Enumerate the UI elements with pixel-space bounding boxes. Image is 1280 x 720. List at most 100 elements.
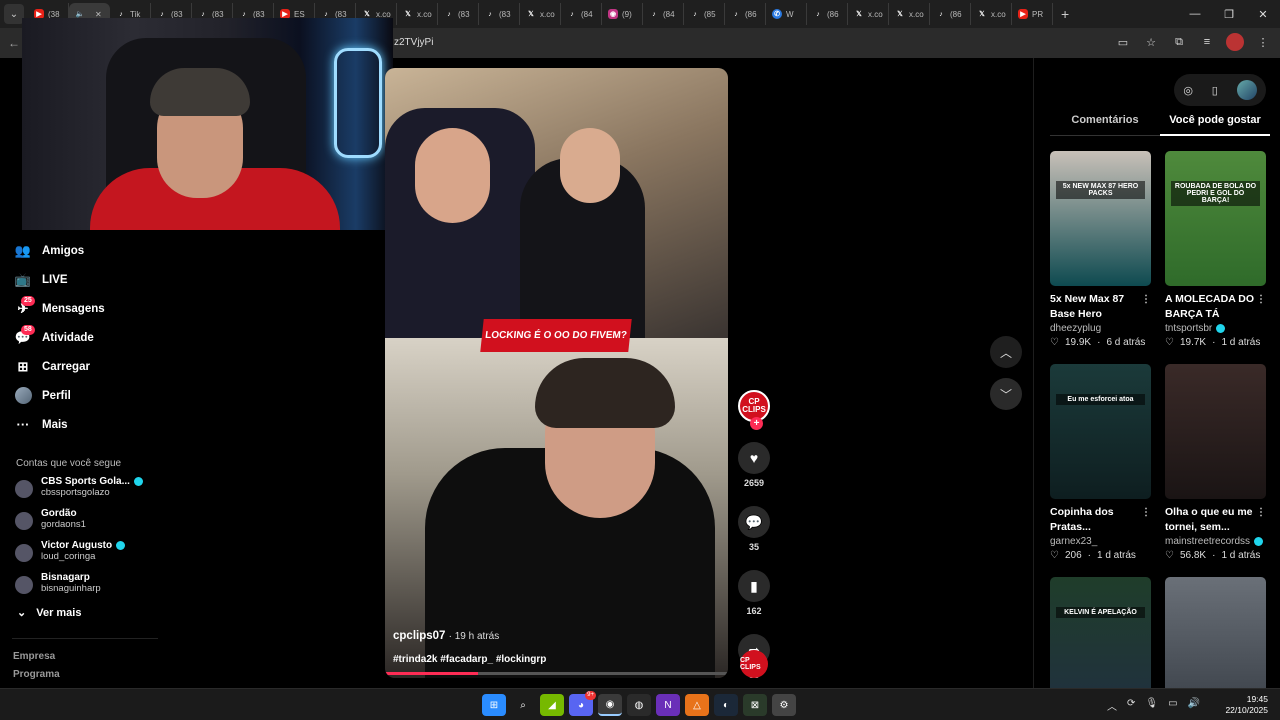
chrome-icon[interactable]: ◉ [598,694,622,716]
browser-tab[interactable]: ♪ (84 [643,3,684,25]
profile-avatar-icon[interactable] [1226,33,1244,51]
tab-recommended[interactable]: Você pode gostar [1160,114,1270,136]
video-hashtags[interactable]: #trinda2k #facadarp_ #lockingrp [393,654,546,665]
browser-tab[interactable]: ▶ PR [1012,3,1053,25]
followed-account[interactable]: Gordão gordaons1 [15,508,143,540]
next-video-button[interactable]: ﹀ [990,378,1022,410]
card-title[interactable]: Olha o que eu me tornei, sem... ⋮ [1165,505,1266,535]
settings-icon[interactable]: ⚙ [772,694,796,716]
clock[interactable]: 19:45 22/10/2025 [1225,694,1268,716]
xbox-icon[interactable]: ⊠ [743,694,767,716]
card-title[interactable]: 5x New Max 87 Base Hero Packs... ⋮ [1050,292,1151,322]
video-author-name[interactable]: cpclips07 [393,630,445,642]
close-window-button[interactable]: ✕ [1246,0,1280,28]
browser-tab[interactable]: ◉ (9) [602,3,643,25]
card-title[interactable]: Copinha dos Pratas... ⋮ [1050,505,1151,535]
recommended-video-card[interactable]: Eu me esforcei atoa Copinha dos Pratas...… [1050,364,1151,561]
video-thumbnail[interactable]: ROUBADA DE BOLA DO PEDRI E GOL DO BARÇA! [1165,151,1266,286]
video-player[interactable]: LOCKING É O OO DO FIVEM? cpclips07 · 19 … [385,68,728,678]
footer-link-company[interactable]: Empresa [13,651,55,662]
search-icon[interactable]: ⌕ [511,694,535,716]
save-button[interactable]: ▮ [738,570,770,602]
browser-tab[interactable]: ♪ (86 [930,3,971,25]
sidebar-item-profile[interactable]: Perfil [12,381,105,410]
see-more-button[interactable]: ⌄ Ver mais [17,606,81,620]
browser-tab[interactable]: 𝕏x.co [889,3,930,25]
video-author[interactable]: cpclips07 · 19 h atrás [393,630,499,642]
browser-tab[interactable]: 𝕏x.co [971,3,1012,25]
browser-tab[interactable]: ♪ (83 [479,3,520,25]
like-button[interactable]: ♥ [738,442,770,474]
video-thumbnail[interactable]: 5x NEW MAX 87 HERO PACKS [1050,151,1151,286]
cast-icon[interactable]: ▭ [1114,33,1132,51]
sidebar-item-upload[interactable]: ⊞ Carregar [12,352,105,381]
volume-icon[interactable]: 🔊 [1188,698,1200,713]
more-options-icon[interactable]: ⋮ [1256,292,1266,307]
browser-tab[interactable]: 𝕏x.co [848,3,889,25]
sidebar-item-live[interactable]: 📺 LIVE [12,265,105,294]
sync-icon[interactable]: ⟳ [1127,698,1135,713]
chevron-up-icon[interactable]: ︿ [1107,698,1117,713]
url-text[interactable]: z2TVjyPi [394,37,433,48]
new-tab-button[interactable]: + [1061,6,1069,22]
recommended-video-card[interactable]: Olha o que eu me tornei, sem... ⋮ mainstre… [1165,364,1266,561]
sidebar-item-activity[interactable]: 💬 58 Atividade [12,323,105,352]
music-disc[interactable]: CP CLIPS [740,650,768,678]
sidebar-item-friends[interactable]: 👥 Amigos [12,236,105,265]
more-options-icon[interactable]: ⋮ [1141,505,1151,520]
nvidia-icon[interactable]: ◢ [540,694,564,716]
steam-icon[interactable]: ◐ [714,694,738,716]
browser-tab[interactable]: 𝕏x.co [397,3,438,25]
recommended-video-card[interactable]: 5x NEW MAX 87 HERO PACKS 5x New Max 87 Ba… [1050,151,1151,348]
mobile-icon[interactable]: ▯ [1212,84,1218,97]
more-options-icon[interactable]: ⋮ [1141,292,1151,307]
obs-icon[interactable]: ◍ [627,694,651,716]
user-avatar[interactable] [1236,80,1257,100]
maximize-button[interactable]: ❐ [1212,0,1246,28]
card-author[interactable]: dheezyplug [1050,323,1151,334]
card-author[interactable]: mainstreetrecordss [1165,536,1266,547]
compass-icon[interactable]: ◎ [1183,84,1193,97]
extensions-icon[interactable]: ⧉ [1170,33,1188,51]
previous-video-button[interactable]: ︿ [990,336,1022,368]
browser-tab[interactable]: ♪ (84 [561,3,602,25]
discord-icon[interactable]: ◕ 9+ [569,691,596,716]
back-icon[interactable]: ← [8,36,20,50]
card-author[interactable]: garnex23_ [1050,536,1151,547]
browser-tab[interactable]: ✆ W [766,3,807,25]
follow-plus-button[interactable]: + [750,417,763,430]
card-title[interactable]: A MOLECADA DO BARÇA TÁ DAND...⋮ [1165,292,1266,322]
more-options-icon[interactable]: ⋮ [1256,505,1266,520]
sidebar-item-more[interactable]: ··· Mais [12,410,105,439]
followed-account[interactable]: Victor Augusto loud_coringa [15,540,143,572]
browser-tab[interactable]: ♪ (85 [684,3,725,25]
monitor-icon[interactable]: ▭ [1168,698,1177,713]
tab-search-button[interactable]: ⌄ [4,4,24,24]
creator-avatar[interactable]: CP CLIPS + [738,390,770,430]
video-progress-bar[interactable] [385,672,728,675]
browser-tab[interactable]: ♪ (83 [438,3,479,25]
followed-account[interactable]: CBS Sports Gola... cbssportsgolazo [15,476,143,508]
recommended-video-card[interactable]: ROUBADA DE BOLA DO PEDRI E GOL DO BARÇA!… [1165,151,1266,348]
launcher-icon[interactable]: △ [685,694,709,716]
video-thumbnail[interactable] [1165,364,1266,499]
windows-start-icon[interactable]: ⊞ [482,694,506,716]
browser-tab[interactable]: ♪ (86 [725,3,766,25]
sidebar-item-messages[interactable]: ✈ 25 Mensagens [12,294,105,323]
comment-button[interactable]: 💬 [738,506,770,538]
card-author-name: garnex23_ [1050,536,1098,547]
browser-tab[interactable]: 𝕏x.co [520,3,561,25]
browser-tab[interactable]: ♪ (86 [807,3,848,25]
microphone-icon[interactable]: 🎙 [1145,698,1158,713]
video-thumbnail[interactable]: Eu me esforcei atoa [1050,364,1151,499]
bookmark-star-icon[interactable]: ☆ [1142,33,1160,51]
followed-account[interactable]: Bisnagarp bisnaguinharp [15,572,143,604]
main-nav: 👥 Amigos 📺 LIVE ✈ 25 Mensagens 💬 58 Atividade ⊞ Car… [12,236,105,439]
card-author[interactable]: tntsportsbr [1165,323,1266,334]
nzxt-icon[interactable]: N [656,694,680,716]
reading-list-icon[interactable]: ≡ [1198,33,1216,51]
tab-comments[interactable]: Comentários [1050,114,1160,136]
minimize-button[interactable]: — [1178,0,1212,28]
footer-link-program[interactable]: Programa [13,669,60,680]
browser-menu-icon[interactable]: ⋮ [1254,33,1272,51]
